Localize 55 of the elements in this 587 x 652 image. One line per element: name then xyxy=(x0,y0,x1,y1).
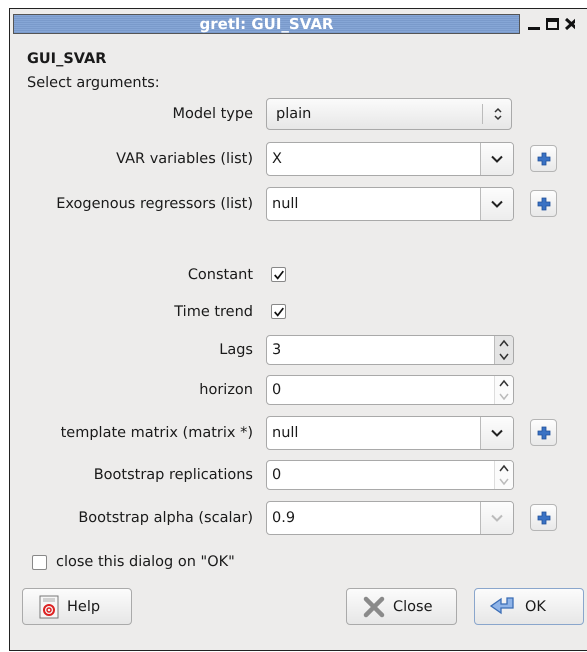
argument-label: template matrix (matrix *) xyxy=(60,424,253,440)
chevron-down-icon xyxy=(490,428,504,438)
argument-label: Bootstrap alpha (scalar) xyxy=(78,510,253,526)
chevron-down-icon xyxy=(490,512,504,522)
spin-field[interactable]: 0 xyxy=(266,460,514,490)
checkbox-label: close this dialog on "OK" xyxy=(56,554,235,570)
field-value: null xyxy=(271,194,300,214)
maximize-icon[interactable] xyxy=(546,18,559,30)
help-button[interactable]: Help xyxy=(22,588,132,625)
argument-label: Bootstrap replications xyxy=(94,467,253,483)
checkbox[interactable] xyxy=(271,267,286,282)
close-button[interactable]: Close xyxy=(346,588,457,625)
field-value: null xyxy=(271,424,300,442)
window-title: gretl: GUI_SVAR xyxy=(13,14,520,34)
argument-label: horizon xyxy=(199,382,253,398)
field-value: 0 xyxy=(271,381,282,400)
argument-label: Time trend xyxy=(174,304,253,320)
combo-entry[interactable]: X xyxy=(266,142,514,176)
combo-entry[interactable]: 0.9 xyxy=(266,500,514,534)
spin-field[interactable]: 3 xyxy=(266,335,514,365)
argument-label: VAR variables (list) xyxy=(116,150,253,166)
add-button[interactable] xyxy=(530,419,557,446)
argument-label: Exogenous regressors (list) xyxy=(56,196,253,212)
add-button[interactable] xyxy=(530,504,557,531)
plus-icon xyxy=(536,510,550,524)
checkbox[interactable] xyxy=(32,554,47,570)
add-button[interactable] xyxy=(530,190,557,217)
checkmark-icon xyxy=(272,268,284,280)
field-value: 0.9 xyxy=(271,508,296,528)
field-value: 0 xyxy=(271,466,282,485)
spin-field[interactable]: 0 xyxy=(266,375,514,405)
chevron-down-icon xyxy=(490,198,504,208)
ok-button[interactable]: OK xyxy=(474,588,584,625)
prompt-text: Select arguments: xyxy=(27,75,161,91)
checkmark-icon xyxy=(272,306,284,318)
plus-icon xyxy=(536,196,550,210)
help-book-icon xyxy=(39,594,59,618)
x-icon xyxy=(363,596,385,618)
model-type-combo[interactable]: plain xyxy=(266,98,512,130)
field-value: 3 xyxy=(271,341,282,360)
field-value: X xyxy=(271,150,283,168)
combo-entry[interactable]: null xyxy=(266,186,514,220)
up-down-icon xyxy=(493,106,503,120)
plus-icon xyxy=(536,426,550,440)
checkbox[interactable] xyxy=(271,304,286,319)
combo-entry[interactable]: null xyxy=(266,416,514,450)
add-button[interactable] xyxy=(530,145,557,172)
close-icon[interactable] xyxy=(565,18,575,30)
dialog-heading: GUI_SVAR xyxy=(27,51,108,67)
plus-icon xyxy=(536,152,550,166)
chevron-down-icon xyxy=(490,154,504,164)
argument-label: Lags xyxy=(219,342,253,358)
field-value: plain xyxy=(276,106,312,122)
argument-label: Model type xyxy=(172,106,253,122)
argument-label: Constant xyxy=(188,266,253,282)
